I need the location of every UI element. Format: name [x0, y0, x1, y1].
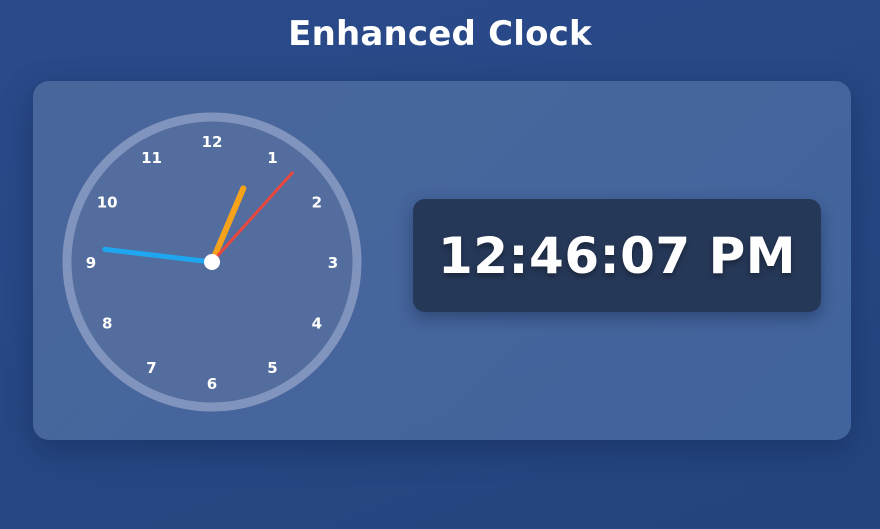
analog-clock-face: 121234567891011 — [62, 112, 362, 412]
clock-number-11: 11 — [141, 149, 162, 167]
digital-clock-display: 12:46:07 PM — [413, 199, 821, 312]
clock-number-2: 2 — [312, 194, 322, 212]
clock-number-7: 7 — [146, 359, 156, 377]
clock-number-12: 12 — [202, 133, 223, 151]
clock-number-6: 6 — [207, 375, 217, 393]
clock-center-pin — [204, 254, 220, 270]
clock-number-4: 4 — [312, 315, 322, 333]
clock-number-8: 8 — [102, 315, 112, 333]
clock-number-3: 3 — [328, 254, 338, 272]
analog-clock: 12 1 2 3 4 5 6 7 8 9 10 11 — [61, 111, 363, 413]
clock-number-1: 1 — [267, 149, 277, 167]
clock-number-10: 10 — [97, 194, 118, 212]
clock-number-5: 5 — [267, 359, 277, 377]
page-title: Enhanced Clock — [288, 14, 592, 54]
digital-time: 12:46:07 PM — [437, 226, 797, 285]
clock-number-9: 9 — [86, 254, 96, 272]
